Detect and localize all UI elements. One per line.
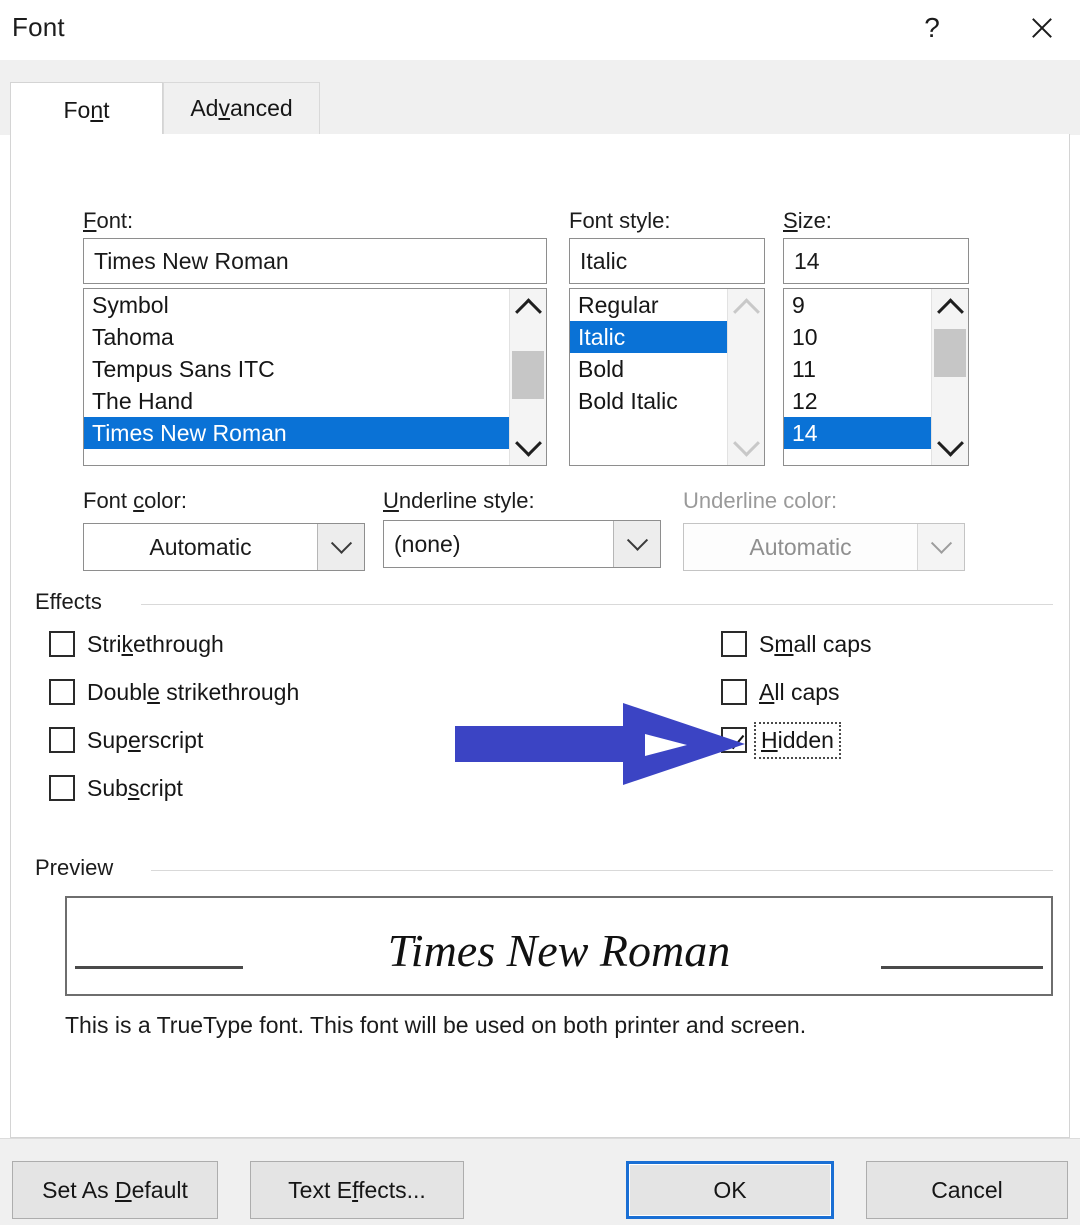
chevron-down-icon[interactable] bbox=[510, 429, 546, 465]
cancel-label: Cancel bbox=[931, 1176, 1003, 1203]
size-list-item[interactable]: 9 bbox=[784, 289, 932, 321]
checkbox-icon[interactable] bbox=[721, 631, 747, 657]
chevron-down-icon[interactable] bbox=[613, 521, 660, 567]
size-value: 14 bbox=[794, 247, 820, 274]
font-style-list-item[interactable]: Italic bbox=[570, 321, 728, 353]
font-style-label: Font style: bbox=[569, 208, 671, 233]
font-color-dropdown[interactable]: Automatic bbox=[83, 523, 365, 571]
dialog-footer: Set As Default Text Effects... OK Cancel bbox=[0, 1138, 1080, 1225]
preview-note: This is a TrueType font. This font will … bbox=[65, 1012, 807, 1038]
font-style-scrollbar bbox=[727, 289, 764, 465]
set-as-default-button[interactable]: Set As Default bbox=[12, 1161, 218, 1219]
font-list-item[interactable]: Tahoma bbox=[84, 321, 510, 353]
font-name-input[interactable]: Times New Roman bbox=[83, 238, 547, 284]
font-style-input[interactable]: Italic bbox=[569, 238, 765, 284]
underline-style-label: Underline style: bbox=[383, 488, 535, 513]
checkbox-label: Subscript bbox=[87, 774, 183, 801]
chevron-down-icon bbox=[917, 524, 964, 570]
ok-label: OK bbox=[713, 1176, 747, 1203]
font-style-list-item[interactable]: Regular bbox=[570, 289, 728, 321]
font-list-scrollbar[interactable] bbox=[509, 289, 546, 465]
underline-style-dropdown[interactable]: (none) bbox=[383, 520, 661, 568]
chevron-up-icon bbox=[728, 289, 764, 325]
checkbox-label: Superscript bbox=[87, 726, 204, 753]
font-label: Font: bbox=[83, 208, 134, 233]
checkbox-label: Small caps bbox=[759, 630, 872, 657]
chevron-down-icon[interactable] bbox=[932, 429, 968, 465]
font-list-item[interactable]: The Hand bbox=[84, 385, 510, 417]
effects-group-divider bbox=[141, 604, 1053, 605]
checkbox-label: Double strikethrough bbox=[87, 678, 300, 705]
checkbox-label: Hidden bbox=[754, 721, 841, 759]
checkbox-icon[interactable] bbox=[721, 727, 747, 753]
effect-superscript[interactable]: Superscript bbox=[49, 725, 203, 755]
checkbox-icon[interactable] bbox=[721, 679, 747, 705]
checkbox-label: All caps bbox=[759, 678, 840, 705]
font-list-item[interactable]: Times New Roman bbox=[84, 417, 510, 449]
tab-font[interactable]: Font bbox=[10, 82, 163, 138]
effect-all-caps[interactable]: All caps bbox=[721, 677, 840, 707]
tab-font-label: Font bbox=[63, 97, 110, 123]
preview-sample-text: Times New Roman bbox=[387, 925, 731, 976]
effects-group-label: Effects bbox=[35, 589, 110, 615]
window-title: Font bbox=[12, 12, 65, 42]
underline-color-dropdown: Automatic bbox=[683, 523, 965, 571]
tab-advanced[interactable]: Advanced bbox=[163, 82, 320, 135]
help-icon[interactable]: ? bbox=[902, 0, 962, 56]
size-list-item[interactable]: 10 bbox=[784, 321, 932, 353]
font-style-list-item[interactable]: Bold Italic bbox=[570, 385, 728, 417]
chevron-down-icon bbox=[728, 429, 764, 465]
effect-subscript[interactable]: Subscript bbox=[49, 773, 183, 803]
checkbox-icon[interactable] bbox=[49, 631, 75, 657]
font-list-item[interactable]: Symbol bbox=[84, 289, 510, 321]
font-style-value: Italic bbox=[580, 247, 628, 274]
size-list[interactable]: 9 10 11 12 14 bbox=[783, 288, 969, 466]
preview-group-divider bbox=[151, 870, 1053, 871]
chevron-up-icon[interactable] bbox=[932, 289, 968, 325]
font-list[interactable]: Symbol Tahoma Tempus Sans ITC The Hand Times… bbox=[83, 288, 547, 466]
font-style-list[interactable]: Regular Italic Bold Bold Italic bbox=[569, 288, 765, 466]
cancel-button[interactable]: Cancel bbox=[866, 1161, 1068, 1219]
chevron-down-icon[interactable] bbox=[317, 524, 364, 570]
font-color-value: Automatic bbox=[149, 533, 252, 560]
size-list-item[interactable]: 14 bbox=[784, 417, 932, 449]
font-preview-box: Times New Roman bbox=[65, 896, 1053, 996]
title-bar: Font ? bbox=[0, 0, 1080, 60]
size-label: Size: bbox=[783, 208, 832, 233]
effect-small-caps[interactable]: Small caps bbox=[721, 629, 872, 659]
checkbox-icon[interactable] bbox=[49, 727, 75, 753]
font-tab-panel: Font: Font style: Size: Times New Roman … bbox=[10, 134, 1070, 1138]
effect-double-strikethrough[interactable]: Double strikethrough bbox=[49, 677, 299, 707]
preview-group-label: Preview bbox=[35, 855, 122, 881]
scrollbar-thumb[interactable] bbox=[512, 351, 544, 399]
close-icon[interactable] bbox=[1012, 0, 1072, 56]
checkbox-label: Strikethrough bbox=[87, 630, 224, 657]
font-color-label: Font color: bbox=[83, 488, 187, 513]
size-list-item[interactable]: 12 bbox=[784, 385, 932, 417]
font-name-value: Times New Roman bbox=[94, 247, 289, 274]
checkbox-icon[interactable] bbox=[49, 679, 75, 705]
set-as-default-label: Set As Default bbox=[42, 1176, 188, 1203]
size-input[interactable]: 14 bbox=[783, 238, 969, 284]
tab-strip: Font Advanced bbox=[0, 60, 1080, 138]
underline-color-value: Automatic bbox=[749, 533, 852, 560]
font-list-item[interactable]: Tempus Sans ITC bbox=[84, 353, 510, 385]
chevron-up-icon[interactable] bbox=[510, 289, 546, 325]
ok-button[interactable]: OK bbox=[626, 1161, 834, 1219]
effect-hidden[interactable]: Hidden bbox=[721, 721, 841, 759]
scrollbar-thumb[interactable] bbox=[934, 329, 966, 377]
underline-style-value: (none) bbox=[394, 530, 461, 557]
checkbox-icon[interactable] bbox=[49, 775, 75, 801]
effect-strikethrough[interactable]: Strikethrough bbox=[49, 629, 224, 659]
size-list-scrollbar[interactable] bbox=[931, 289, 968, 465]
underline-color-label: Underline color: bbox=[683, 488, 838, 513]
font-style-list-item[interactable]: Bold bbox=[570, 353, 728, 385]
text-effects-button[interactable]: Text Effects... bbox=[250, 1161, 464, 1219]
size-list-item[interactable]: 11 bbox=[784, 353, 932, 385]
tab-advanced-label: Advanced bbox=[190, 95, 293, 121]
text-effects-label: Text Effects... bbox=[288, 1176, 426, 1203]
